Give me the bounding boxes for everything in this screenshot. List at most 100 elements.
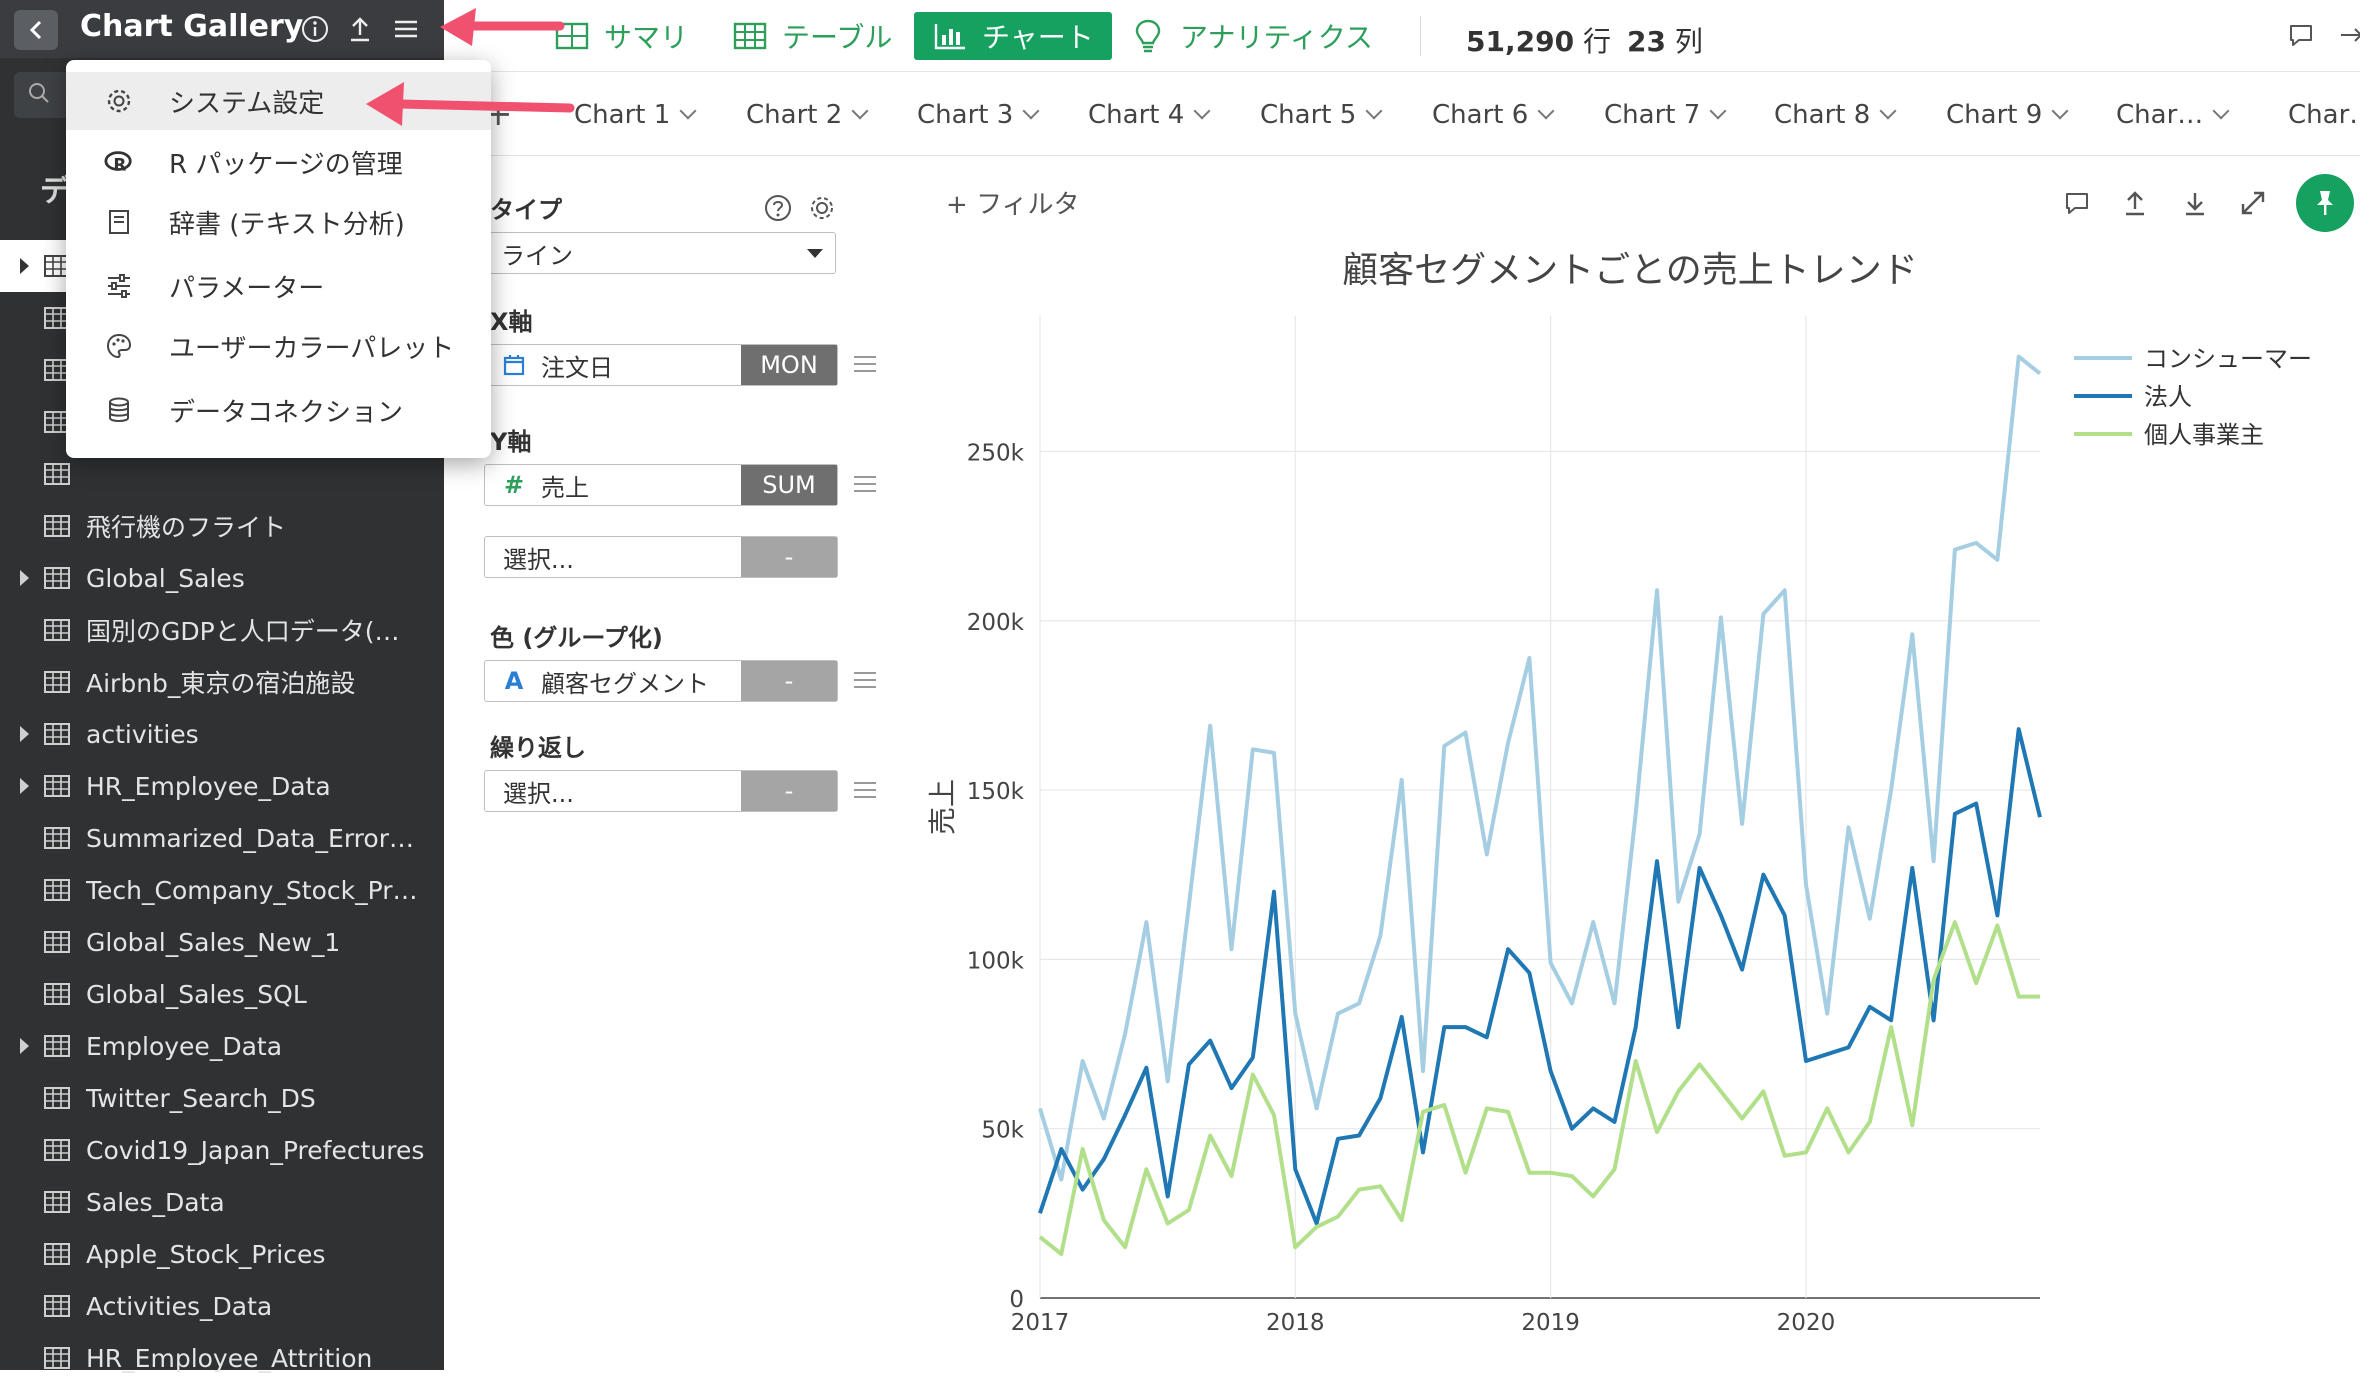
- lightbulb-icon: [1130, 18, 1166, 54]
- expand-caret-icon[interactable]: [20, 258, 29, 274]
- comment-icon[interactable]: [2060, 186, 2094, 220]
- upload-icon[interactable]: [2118, 186, 2152, 220]
- menu-item[interactable]: 辞書 (テキスト分析): [66, 193, 491, 251]
- chart-type-select[interactable]: ライン: [484, 232, 836, 274]
- summary-tab[interactable]: サマリ: [554, 12, 688, 60]
- chart-area: 0 50k 100k 150k 200k 250k 2017 2018 2019 2020 顧客セグ…: [884, 156, 2360, 1370]
- chart-config-panel: タイプ ライン X軸 注文日 MON Y軸 # 売上 SUM 選択... - 色…: [444, 156, 884, 1370]
- chevron-down-icon[interactable]: [679, 102, 697, 120]
- chevron-down-icon[interactable]: [1879, 102, 1897, 120]
- chevron-down-icon[interactable]: [1365, 102, 1383, 120]
- menu-item[interactable]: データコネクション: [66, 381, 491, 439]
- y-tick-label: 100k: [967, 948, 1025, 974]
- y-axis-second-field[interactable]: 選択... -: [484, 536, 838, 578]
- color-group-aggregation-button[interactable]: -: [741, 661, 837, 701]
- chart-tab[interactable]: Char…: [2288, 100, 2360, 130]
- expand-icon[interactable]: [2236, 186, 2270, 220]
- chevron-down-icon[interactable]: [1022, 102, 1040, 120]
- y-axis-second-aggregation-button[interactable]: -: [741, 537, 837, 577]
- pin-button[interactable]: [2296, 174, 2354, 232]
- dataset-item[interactable]: HR_Employee_Attrition: [0, 1332, 444, 1384]
- dataset-item[interactable]: Activities_Data: [0, 1280, 444, 1332]
- dataset-item[interactable]: Summarized_Data_Error_…: [0, 812, 444, 864]
- hamburger-menu-icon[interactable]: [389, 12, 423, 46]
- dataset-item[interactable]: Apple_Stock_Prices: [0, 1228, 444, 1280]
- chart-tab[interactable]: Chart 8: [1774, 100, 1897, 130]
- download-icon[interactable]: [2178, 186, 2212, 220]
- legend-label[interactable]: 法人: [2144, 383, 2192, 411]
- repeat-aggregation-button[interactable]: -: [741, 771, 837, 811]
- help-icon[interactable]: [762, 192, 794, 224]
- collapse-arrow-icon[interactable]: [2334, 18, 2360, 52]
- chart-tab-label: Chart 1: [574, 100, 671, 130]
- dataset-item[interactable]: Covid19_Japan_Prefectures: [0, 1124, 444, 1176]
- chart-tab-label: Chart 8: [1774, 100, 1871, 130]
- menu-item[interactable]: ユーザーカラーパレット: [66, 317, 491, 375]
- comment-icon[interactable]: [2284, 18, 2318, 52]
- y-tick-label: 50k: [981, 1118, 1024, 1144]
- chart-tab[interactable]: Chart 3: [917, 100, 1040, 130]
- legend-label[interactable]: 個人事業主: [2144, 421, 2264, 449]
- legend-label[interactable]: コンシューマー: [2144, 345, 2312, 373]
- chart-type-value: ライン: [501, 241, 573, 270]
- chart-tab-label: Chart 2: [746, 100, 843, 130]
- upload-icon[interactable]: [343, 12, 377, 46]
- chart-tab[interactable]: Chart 5: [1260, 100, 1383, 130]
- settings-gear-icon[interactable]: [806, 192, 838, 224]
- drag-handle-icon[interactable]: [854, 672, 876, 688]
- x-tick-label: 2018: [1266, 1310, 1325, 1336]
- table-tab[interactable]: テーブル: [732, 12, 892, 60]
- chevron-down-icon[interactable]: [1709, 102, 1727, 120]
- chart-tab[interactable]: Chart 6: [1432, 100, 1555, 130]
- chevron-down-icon[interactable]: [851, 102, 869, 120]
- analytics-tab[interactable]: アナリティクス: [1130, 12, 1373, 60]
- table-icon: [44, 879, 70, 901]
- chart-tab[interactable]: Chart 4: [1088, 100, 1211, 130]
- dataset-item[interactable]: Employee_Data: [0, 1020, 444, 1072]
- add-filter-button[interactable]: + フィルタ: [946, 184, 1080, 221]
- menu-item[interactable]: システム設定: [66, 72, 491, 130]
- x-axis-aggregation-button[interactable]: MON: [741, 345, 837, 385]
- menu-item[interactable]: パラメーター: [66, 257, 491, 315]
- chart-tab[interactable]: Chart 9: [1946, 100, 2069, 130]
- chevron-down-icon[interactable]: [1193, 102, 1211, 120]
- back-button[interactable]: [14, 10, 58, 50]
- chart-tab[interactable]: Chart 2: [746, 100, 869, 130]
- dataset-item[interactable]: Tech_Company_Stock_Pr…: [0, 864, 444, 916]
- chevron-down-icon[interactable]: [1537, 102, 1555, 120]
- chart-tab[interactable]: Chart 1: [574, 100, 697, 130]
- y-axis-aggregation-button[interactable]: SUM: [741, 465, 837, 505]
- repeat-field[interactable]: 選択... -: [484, 770, 838, 812]
- dataset-item[interactable]: Global_Sales_SQL: [0, 968, 444, 1020]
- x-axis-field[interactable]: 注文日 MON: [484, 344, 838, 386]
- drag-handle-icon[interactable]: [854, 782, 876, 798]
- expand-caret-icon[interactable]: [20, 570, 29, 586]
- drag-handle-icon[interactable]: [854, 356, 876, 372]
- expand-caret-icon[interactable]: [20, 1038, 29, 1054]
- chart-tab[interactable]: Chart 7: [1604, 100, 1727, 130]
- dataset-item[interactable]: HR_Employee_Data: [0, 760, 444, 812]
- dataset-item[interactable]: Twitter_Search_DS: [0, 1072, 444, 1124]
- search-icon: [29, 83, 49, 103]
- x-axis-field-name: 注文日: [541, 353, 613, 382]
- menu-item[interactable]: R R パッケージの管理: [66, 133, 491, 191]
- chart-tab[interactable]: Char…: [2116, 100, 2230, 130]
- dataset-item[interactable]: activities: [0, 708, 444, 760]
- dataset-item[interactable]: Global_Sales: [0, 552, 444, 604]
- dataset-item[interactable]: Global_Sales_New_1: [0, 916, 444, 968]
- info-icon[interactable]: [298, 12, 332, 46]
- dataset-item[interactable]: 国別のGDPと人口データ(…: [0, 604, 444, 656]
- drag-handle-icon[interactable]: [854, 476, 876, 492]
- color-group-field[interactable]: A 顧客セグメント -: [484, 660, 838, 702]
- menu-item-label: パラメーター: [169, 273, 325, 304]
- chart-tab[interactable]: チャート: [914, 12, 1112, 60]
- expand-caret-icon[interactable]: [20, 778, 29, 794]
- column-count: 23 列: [1627, 25, 1703, 58]
- chevron-down-icon[interactable]: [2212, 102, 2230, 120]
- dataset-item[interactable]: Sales_Data: [0, 1176, 444, 1228]
- dataset-item[interactable]: 飛行機のフライト: [0, 500, 444, 552]
- expand-caret-icon[interactable]: [20, 726, 29, 742]
- chevron-down-icon[interactable]: [2051, 102, 2069, 120]
- y-axis-field[interactable]: # 売上 SUM: [484, 464, 838, 506]
- dataset-item[interactable]: Airbnb_東京の宿泊施設: [0, 656, 444, 708]
